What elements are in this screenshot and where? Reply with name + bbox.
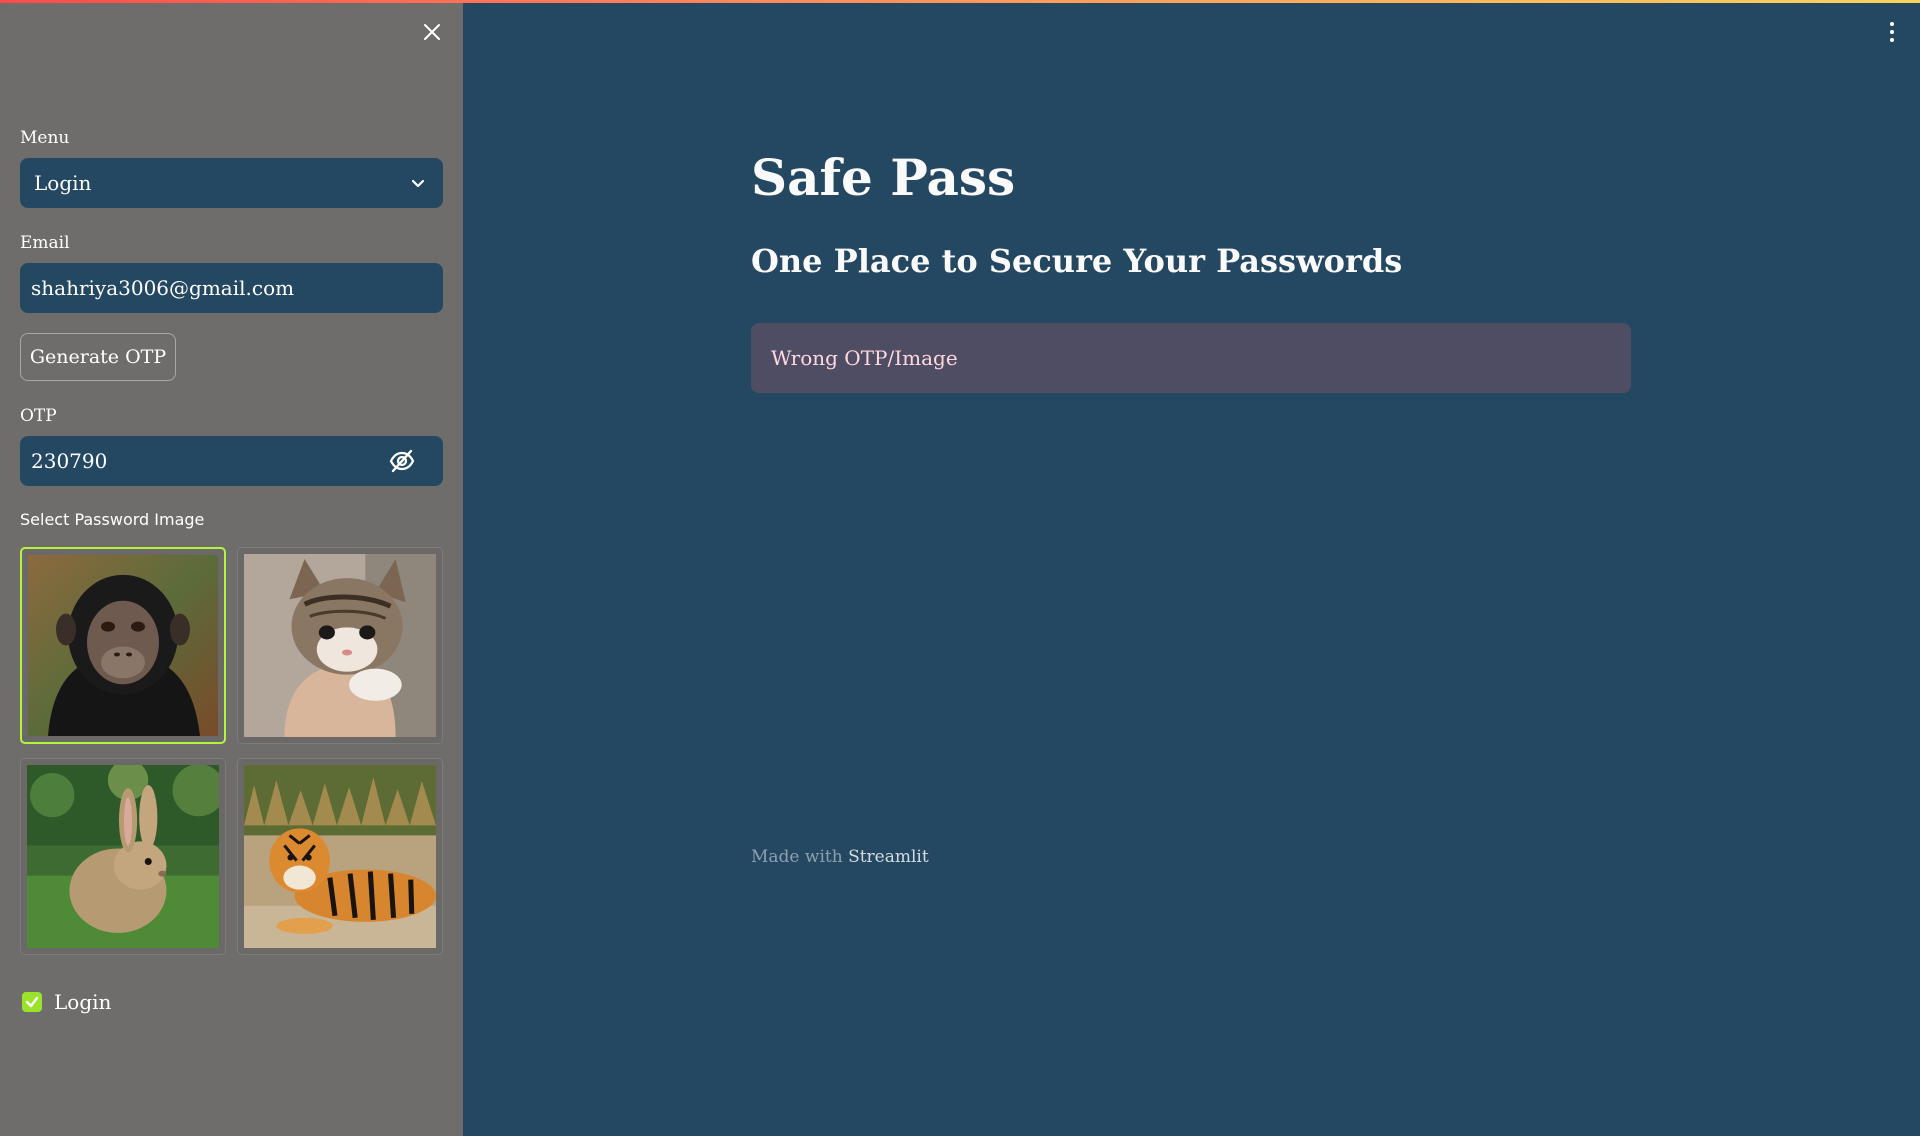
- menu-select-value: Login: [34, 171, 92, 195]
- chimpanzee-image: [28, 555, 218, 736]
- page-title: Safe Pass: [751, 148, 1016, 207]
- menu-select[interactable]: Login: [20, 158, 443, 208]
- page-subtitle: One Place to Secure Your Passwords: [751, 242, 1403, 280]
- image-option-kitten[interactable]: [237, 547, 443, 744]
- sidebar: Menu Login Email shahriya3006@gmail.com …: [0, 0, 463, 1136]
- image-option-rabbit[interactable]: [20, 758, 226, 955]
- password-image-label: Select Password Image: [20, 510, 205, 529]
- footer-prefix: Made with: [751, 847, 843, 867]
- kitten-image: [244, 554, 436, 737]
- chevron-down-icon: [411, 179, 425, 188]
- tiger-image: [244, 765, 436, 948]
- footer: Made with Streamlit: [751, 847, 929, 867]
- menu-label: Menu: [20, 128, 70, 148]
- streamlit-link[interactable]: Streamlit: [848, 847, 929, 867]
- vertical-dots-icon: [1890, 22, 1894, 26]
- otp-field[interactable]: 230790: [20, 436, 443, 486]
- generate-otp-button[interactable]: Generate OTP: [20, 333, 176, 381]
- otp-value: 230790: [31, 449, 108, 473]
- error-alert-text: Wrong OTP/Image: [771, 346, 958, 370]
- main-menu-button[interactable]: [1880, 18, 1904, 46]
- close-sidebar-button[interactable]: [418, 18, 446, 46]
- login-checkbox-label: Login: [54, 990, 112, 1014]
- toggle-visibility-button[interactable]: [389, 448, 415, 479]
- close-icon: [424, 24, 440, 40]
- otp-label: OTP: [20, 406, 57, 426]
- error-alert: Wrong OTP/Image: [751, 323, 1631, 393]
- menu-dot: [1890, 30, 1894, 34]
- image-option-tiger[interactable]: [237, 758, 443, 955]
- rabbit-image: [27, 765, 219, 948]
- email-value: shahriya3006@gmail.com: [31, 276, 295, 300]
- checkbox-box[interactable]: [22, 992, 42, 1012]
- menu-dot: [1890, 38, 1894, 42]
- eye-off-icon: [389, 449, 415, 473]
- top-decoration-bar: [0, 0, 1920, 3]
- image-option-chimpanzee[interactable]: [20, 547, 226, 744]
- check-icon: [25, 996, 39, 1008]
- login-checkbox[interactable]: Login: [22, 988, 111, 1016]
- email-field[interactable]: shahriya3006@gmail.com: [20, 263, 443, 313]
- email-label: Email: [20, 233, 70, 253]
